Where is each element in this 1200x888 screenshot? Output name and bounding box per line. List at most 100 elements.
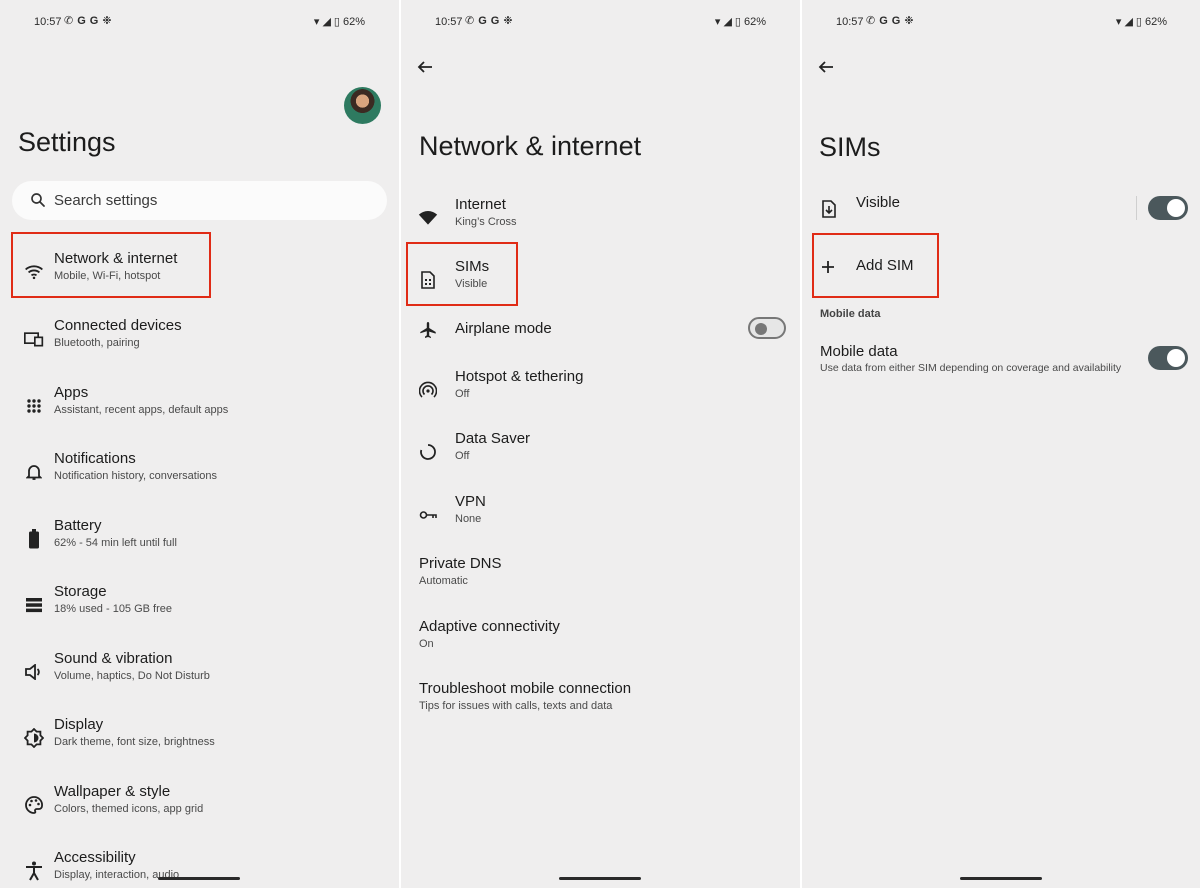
network-item-sub: None bbox=[455, 513, 482, 525]
accessibility-icon bbox=[24, 861, 44, 881]
vpn-icon: ❉ bbox=[503, 15, 513, 27]
toggle-knob bbox=[1167, 199, 1185, 217]
battery-icon bbox=[24, 529, 44, 549]
settings-item-label: Sound & vibration bbox=[54, 650, 173, 667]
settings-item-wallpaper[interactable]: Wallpaper & style Colors, themed icons, … bbox=[0, 783, 399, 843]
google-icon: G bbox=[77, 15, 86, 27]
settings-item-storage[interactable]: Storage 18% used - 105 GB free bbox=[0, 583, 399, 643]
battery-icon: ▯ bbox=[1135, 16, 1142, 28]
status-right: ▾ ◢ ▯ 62% bbox=[715, 15, 766, 29]
status-bar: 10:57 ✆ G G ❉ ▾ ◢ ▯ 62% bbox=[0, 0, 399, 44]
airplane-mode-toggle[interactable] bbox=[748, 317, 786, 339]
network-item-label: VPN bbox=[455, 493, 486, 510]
signal-icon: ◢ bbox=[322, 16, 331, 28]
status-right: ▾ ◢ ▯ 62% bbox=[314, 15, 365, 29]
status-time: 10:57 bbox=[435, 16, 463, 28]
back-arrow-icon[interactable] bbox=[814, 55, 838, 79]
google-icon: G bbox=[490, 15, 500, 27]
network-item-sub: Off bbox=[455, 388, 470, 400]
status-time: 10:57 bbox=[836, 16, 864, 28]
network-item-sub: Off bbox=[455, 450, 470, 462]
settings-item-label: Apps bbox=[54, 384, 89, 401]
mobile-data-label: Mobile data bbox=[820, 343, 898, 360]
volume-icon bbox=[24, 662, 44, 682]
network-item-data-saver[interactable]: Data Saver Off bbox=[401, 430, 800, 490]
airplane-icon bbox=[418, 320, 438, 340]
status-notification-icons: ✆ G G ❉ bbox=[465, 14, 513, 28]
mobile-data-row[interactable]: Mobile data Use data from either SIM dep… bbox=[802, 343, 1200, 403]
sim-name: Visible bbox=[856, 194, 900, 211]
battery-percent: 62% bbox=[342, 16, 365, 28]
status-bar: 10:57 ✆ G G ❉ ▾ ◢ ▯ 62% bbox=[401, 0, 800, 44]
settings-item-connected-devices[interactable]: Connected devices Bluetooth, pairing bbox=[0, 317, 399, 377]
search-placeholder: Search settings bbox=[54, 192, 158, 209]
status-bar: 10:57 ✆ G G ❉ ▾ ◢ ▯ 62% bbox=[802, 0, 1200, 44]
status-right: ▾ ◢ ▯ 62% bbox=[1116, 15, 1167, 29]
status-notification-icons: ✆ G G ❉ bbox=[64, 14, 112, 28]
settings-item-notifications[interactable]: Notifications Notification history, conv… bbox=[0, 450, 399, 510]
network-item-hotspot[interactable]: Hotspot & tethering Off bbox=[401, 368, 800, 428]
section-header-mobile-data: Mobile data bbox=[820, 308, 881, 320]
google-icon: G bbox=[478, 15, 487, 27]
apps-grid-icon bbox=[24, 396, 44, 416]
settings-item-label: Accessibility bbox=[54, 849, 136, 866]
settings-item-battery[interactable]: Battery 62% - 54 min left until full bbox=[0, 517, 399, 577]
google-icon: G bbox=[879, 15, 888, 27]
network-item-label: Troubleshoot mobile connection bbox=[419, 680, 632, 697]
data-saver-icon bbox=[418, 442, 438, 462]
settings-item-sub: Colors, themed icons, app grid bbox=[54, 803, 204, 815]
settings-item-sub: Bluetooth, pairing bbox=[54, 337, 140, 349]
search-icon bbox=[29, 191, 47, 214]
status-notification-icons: ✆ G G ❉ bbox=[866, 14, 914, 28]
bell-icon bbox=[24, 462, 44, 482]
settings-item-label: Storage bbox=[54, 583, 107, 600]
wifi-icon: ▾ bbox=[714, 16, 721, 28]
settings-item-sound[interactable]: Sound & vibration Volume, haptics, Do No… bbox=[0, 650, 399, 710]
network-item-troubleshoot[interactable]: Troubleshoot mobile connection Tips for … bbox=[401, 680, 800, 740]
google-icon: G bbox=[891, 15, 901, 27]
search-bar[interactable]: Search settings bbox=[12, 181, 387, 220]
call-icon: ✆ bbox=[465, 15, 475, 27]
settings-item-sub: 62% - 54 min left until full bbox=[54, 537, 177, 549]
network-item-label: Hotspot & tethering bbox=[455, 368, 584, 385]
network-item-sub: Automatic bbox=[419, 575, 468, 587]
page-title: SIMs bbox=[819, 132, 881, 162]
back-arrow-icon[interactable] bbox=[413, 55, 437, 79]
avatar[interactable] bbox=[344, 87, 381, 124]
gesture-nav-bar[interactable] bbox=[559, 877, 641, 880]
battery-percent: 62% bbox=[1144, 16, 1167, 28]
network-item-sub: Tips for issues with calls, texts and da… bbox=[419, 700, 613, 712]
vpn-icon: ❉ bbox=[904, 15, 914, 27]
gesture-nav-bar[interactable] bbox=[960, 877, 1042, 880]
call-icon: ✆ bbox=[64, 15, 74, 27]
mobile-data-toggle[interactable] bbox=[1148, 346, 1188, 370]
battery-icon: ▯ bbox=[333, 16, 340, 28]
wifi-icon bbox=[418, 208, 438, 228]
settings-item-sub: Assistant, recent apps, default apps bbox=[54, 404, 229, 416]
network-item-private-dns[interactable]: Private DNS Automatic bbox=[401, 555, 800, 615]
settings-item-sub: 18% used - 105 GB free bbox=[54, 603, 173, 615]
battery-percent: 62% bbox=[743, 16, 766, 28]
network-item-vpn[interactable]: VPN None bbox=[401, 493, 800, 553]
settings-screen: 10:57 ✆ G G ❉ ▾ ◢ ▯ 62% Settings Search … bbox=[0, 0, 399, 888]
network-item-label: Internet bbox=[455, 196, 506, 213]
sim-download-icon bbox=[819, 199, 839, 219]
storage-icon bbox=[24, 595, 44, 615]
toggle-knob bbox=[755, 323, 767, 335]
network-item-adaptive-connectivity[interactable]: Adaptive connectivity On bbox=[401, 618, 800, 678]
google-icon: G bbox=[89, 15, 99, 27]
sim-enable-toggle[interactable] bbox=[1148, 196, 1188, 220]
settings-item-label: Display bbox=[54, 716, 104, 733]
status-time: 10:57 bbox=[34, 16, 62, 28]
sims-screen: 10:57 ✆ G G ❉ ▾ ◢ ▯ 62% SIMs Visible Add… bbox=[802, 0, 1200, 888]
signal-icon: ◢ bbox=[723, 16, 732, 28]
gesture-nav-bar[interactable] bbox=[158, 877, 240, 880]
settings-item-apps[interactable]: Apps Assistant, recent apps, default app… bbox=[0, 384, 399, 444]
settings-item-label: Connected devices bbox=[54, 317, 182, 334]
network-item-label: Private DNS bbox=[419, 555, 502, 572]
settings-item-accessibility[interactable]: Accessibility Display, interaction, audi… bbox=[0, 849, 399, 888]
settings-item-display[interactable]: Display Dark theme, font size, brightnes… bbox=[0, 716, 399, 776]
network-item-label: Data Saver bbox=[455, 430, 531, 447]
page-title: Network & internet bbox=[419, 131, 642, 161]
devices-icon bbox=[24, 329, 44, 349]
